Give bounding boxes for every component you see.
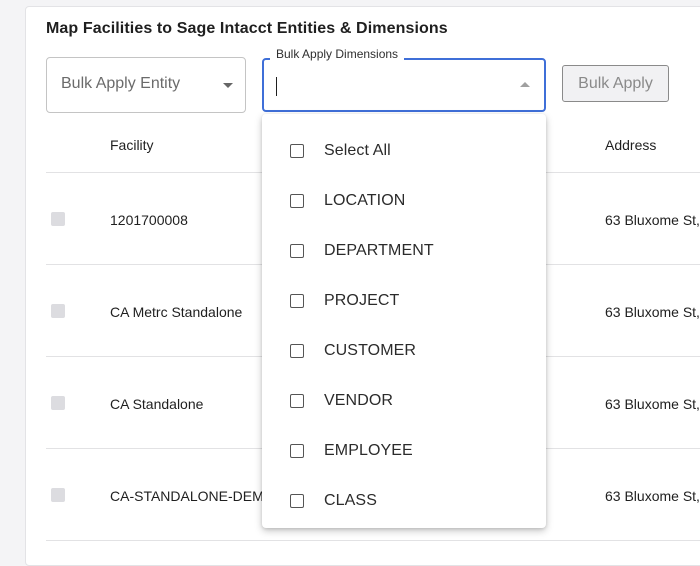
bulk-apply-entity-select[interactable]: Bulk Apply Entity <box>46 57 246 113</box>
row-divider <box>46 540 700 541</box>
text-cursor <box>276 77 277 96</box>
option-label: CLASS <box>324 492 377 509</box>
checkbox-icon[interactable] <box>290 444 304 458</box>
facility-cell: CA Metrc Standalone <box>110 304 243 320</box>
option-employee[interactable]: EMPLOYEE <box>262 420 546 470</box>
bulk-apply-button[interactable]: Bulk Apply <box>562 65 669 102</box>
row-checkbox[interactable] <box>51 488 65 502</box>
dimensions-field-label: Bulk Apply Dimensions <box>270 47 405 61</box>
option-select-all[interactable]: Select All <box>262 120 546 170</box>
option-label: PROJECT <box>324 292 400 309</box>
address-cell: 63 Bluxome St, <box>605 488 700 504</box>
option-department[interactable]: DEPARTMENT <box>262 220 546 270</box>
option-label: CUSTOMER <box>324 342 417 359</box>
facility-cell: CA Standalone <box>110 396 204 412</box>
option-label: Select All <box>324 142 391 159</box>
page-title: Map Facilities to Sage Intacct Entities … <box>46 20 448 37</box>
chevron-up-icon[interactable] <box>520 82 530 87</box>
checkbox-icon[interactable] <box>290 144 304 158</box>
option-label: LOCATION <box>324 192 406 209</box>
option-label: EMPLOYEE <box>324 442 413 459</box>
dimensions-dropdown-menu: Select All LOCATION DEPARTMENT PROJECT C… <box>262 114 546 528</box>
chevron-down-icon <box>223 83 233 88</box>
address-cell: 63 Bluxome St, <box>605 304 700 320</box>
option-label: VENDOR <box>324 392 394 409</box>
address-cell: 63 Bluxome St, <box>605 212 700 228</box>
column-header-facility: Facility <box>110 137 154 153</box>
facility-cell: CA-STANDALONE-DEMO <box>110 488 275 504</box>
row-checkbox[interactable] <box>51 304 65 318</box>
checkbox-icon[interactable] <box>290 394 304 408</box>
checkbox-icon[interactable] <box>290 244 304 258</box>
entity-select-placeholder: Bulk Apply Entity <box>61 75 181 92</box>
option-class[interactable]: CLASS <box>262 470 546 520</box>
row-checkbox[interactable] <box>51 212 65 226</box>
option-location[interactable]: LOCATION <box>262 170 546 220</box>
checkbox-icon[interactable] <box>290 294 304 308</box>
row-checkbox[interactable] <box>51 396 65 410</box>
option-vendor[interactable]: VENDOR <box>262 370 546 420</box>
column-header-address: Address <box>605 137 657 153</box>
address-cell: 63 Bluxome St, <box>605 396 700 412</box>
checkbox-icon[interactable] <box>290 344 304 358</box>
option-project[interactable]: PROJECT <box>262 270 546 320</box>
checkbox-icon[interactable] <box>290 494 304 508</box>
bulk-apply-dimensions-input[interactable] <box>262 58 546 112</box>
facility-cell: 1201700008 <box>110 212 188 228</box>
option-label: DEPARTMENT <box>324 242 434 259</box>
option-customer[interactable]: CUSTOMER <box>262 320 546 370</box>
checkbox-icon[interactable] <box>290 194 304 208</box>
